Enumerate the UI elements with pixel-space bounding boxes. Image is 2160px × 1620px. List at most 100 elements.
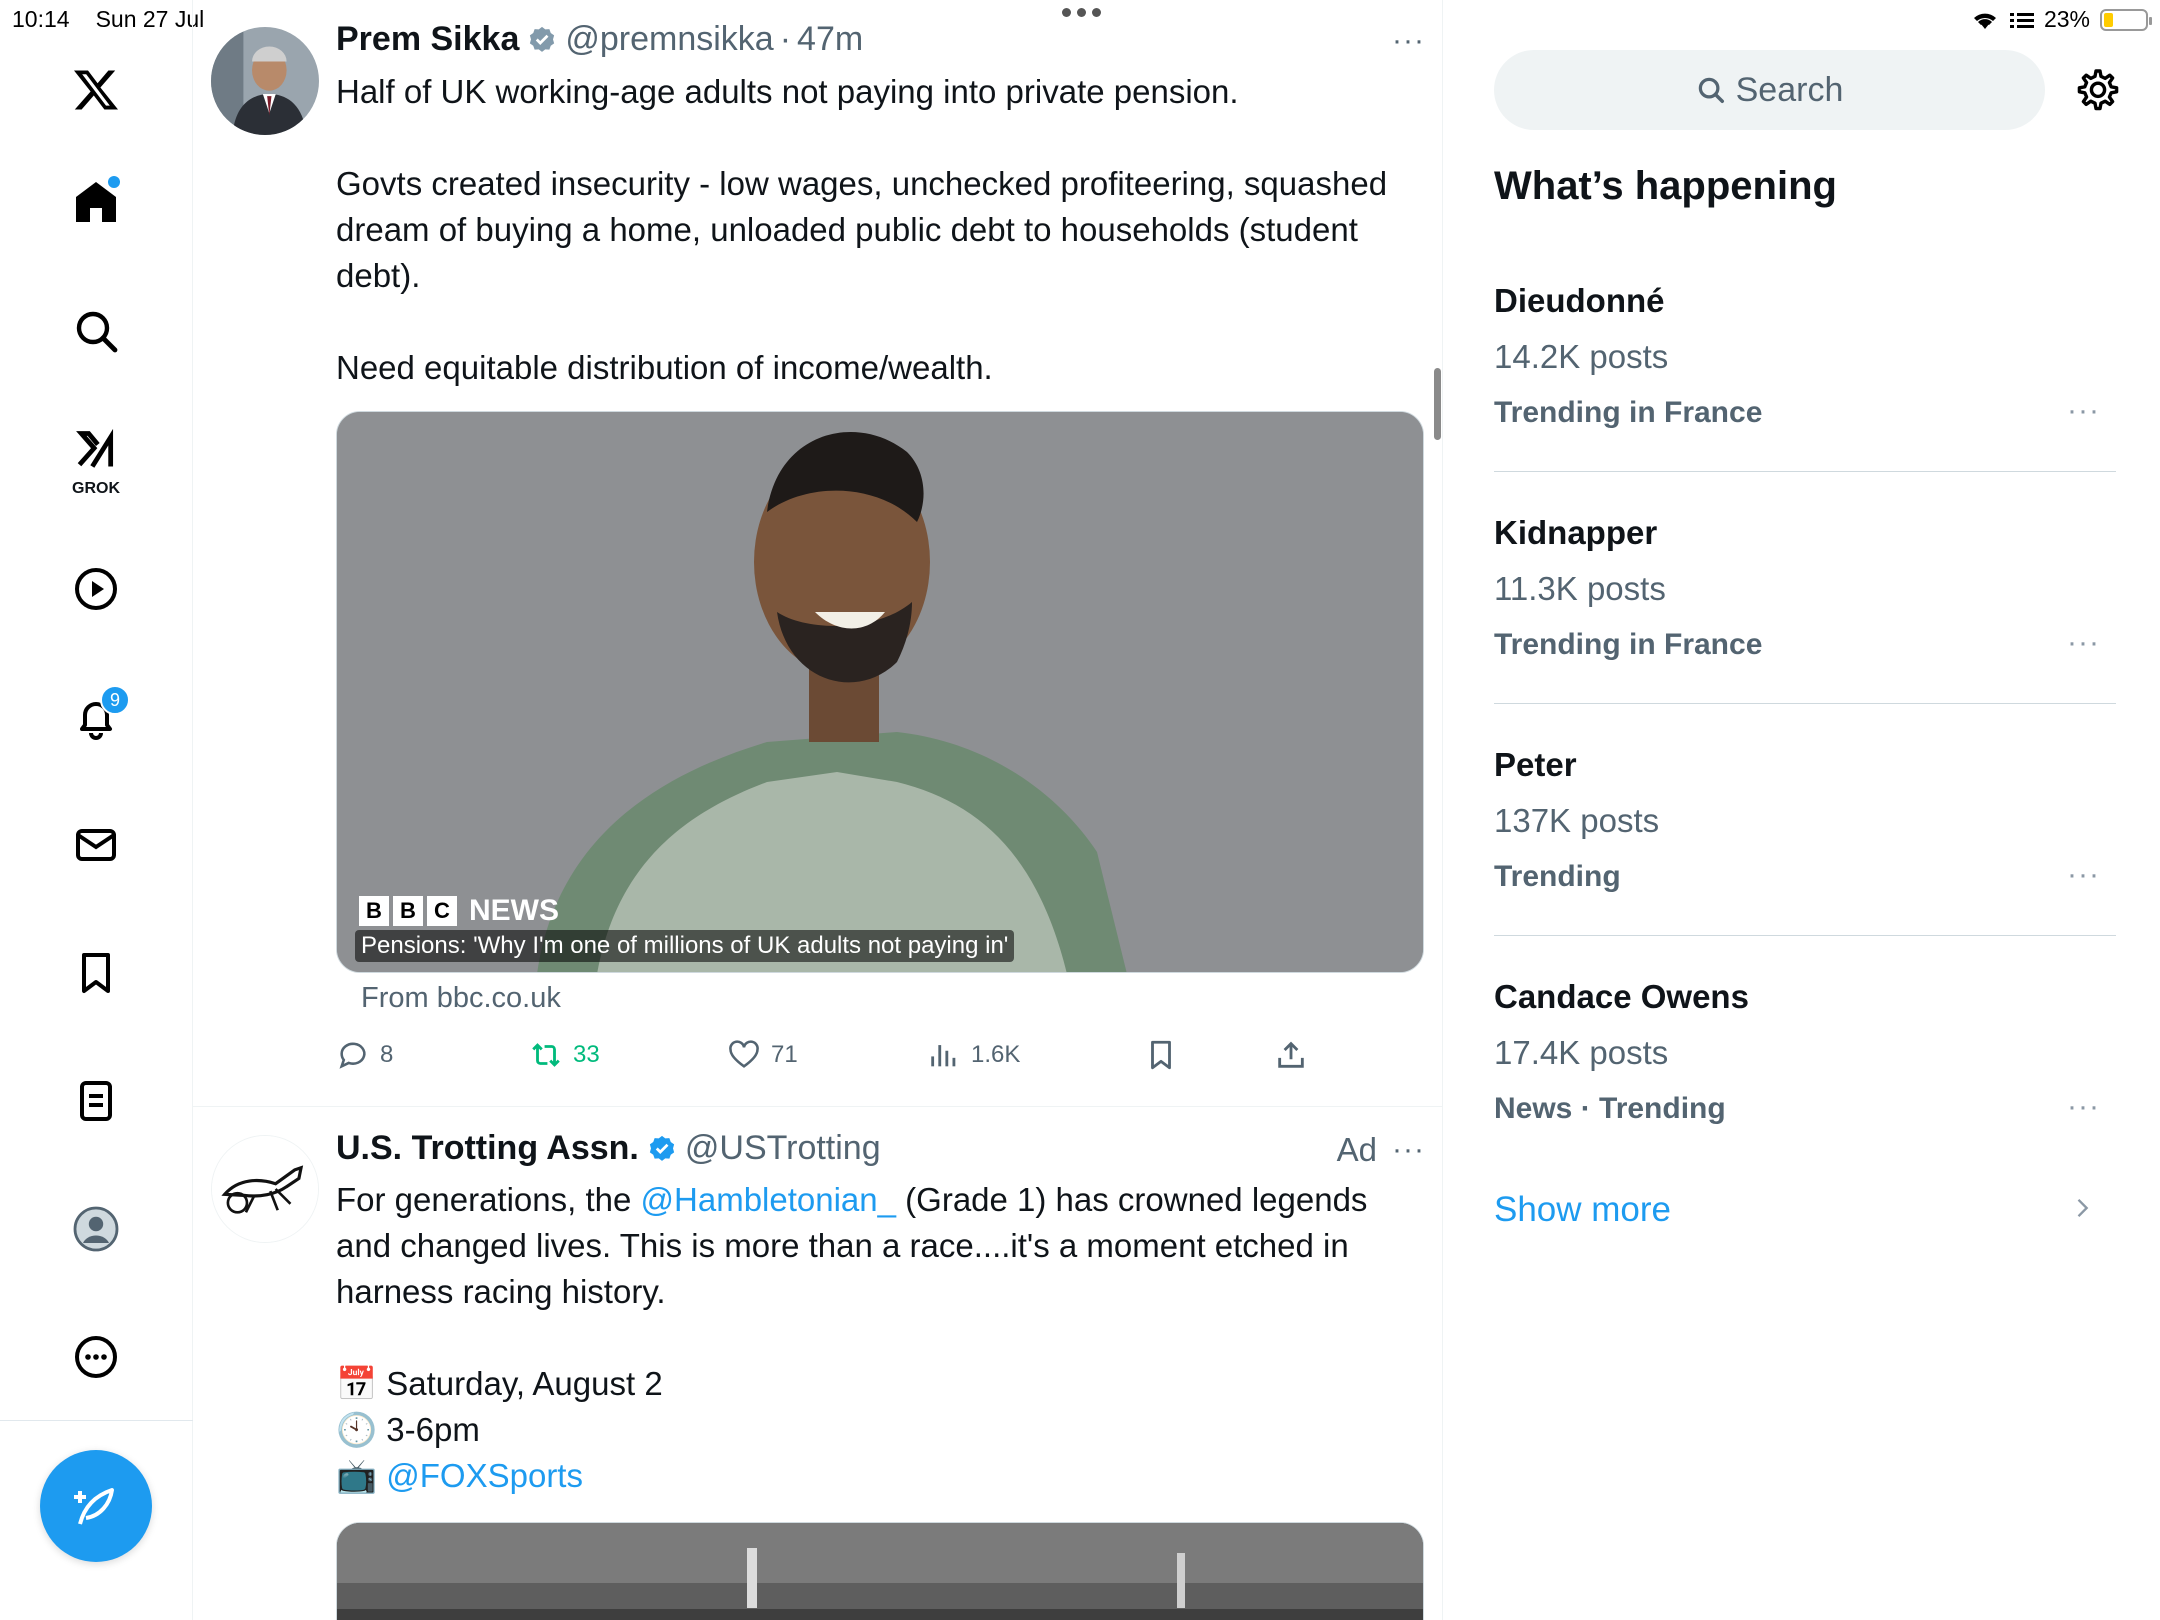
trend-name: Peter bbox=[1494, 746, 1577, 783]
show-more-link[interactable]: Show more bbox=[1494, 1190, 2116, 1230]
views-button[interactable]: 1.6K bbox=[927, 1038, 1020, 1072]
compose-post-button[interactable] bbox=[40, 1450, 152, 1562]
trend-divider bbox=[1494, 935, 2116, 936]
tweet-line: Govts created insecurity - low wages, un… bbox=[336, 165, 1388, 294]
timeline: Prem Sikka @premnsikka · 47m ··· Half of… bbox=[193, 0, 1443, 1620]
right-sidebar: Search What’s happening Dieudonné 14.2K … bbox=[1444, 0, 2160, 1620]
share-icon bbox=[1278, 1041, 1304, 1068]
author-avatar[interactable] bbox=[211, 27, 319, 135]
trend-name: Kidnapper bbox=[1494, 514, 1658, 551]
verified-badge-icon bbox=[647, 1134, 677, 1164]
x-logo-icon[interactable] bbox=[60, 54, 132, 126]
grok-label: GROK bbox=[72, 480, 120, 497]
author-name[interactable]: Prem Sikka bbox=[336, 20, 519, 59]
tweet-text: For generations, the @Hambletonian_ (Gra… bbox=[336, 1177, 1426, 1499]
trend-item[interactable]: Kidnapper 11.3K posts Trending in France… bbox=[1494, 514, 2116, 746]
trend-divider bbox=[1494, 703, 2116, 704]
views-chart-icon bbox=[931, 1045, 956, 1067]
trend-more-button[interactable]: ··· bbox=[2067, 394, 2100, 428]
unread-dot bbox=[108, 176, 120, 188]
tweet-more-button[interactable]: ··· bbox=[1392, 1133, 1425, 1167]
bbc-news-logo: B B C NEWS bbox=[359, 894, 559, 928]
search-bar[interactable]: Search bbox=[1494, 50, 2045, 130]
reply-button[interactable]: 8 bbox=[336, 1038, 393, 1072]
retweet-icon bbox=[532, 1043, 560, 1067]
author-handle[interactable]: @premnsikka bbox=[565, 20, 773, 59]
retweet-button[interactable]: 33 bbox=[529, 1038, 600, 1072]
tweet-more-button[interactable]: ··· bbox=[1392, 24, 1425, 58]
left-nav: GROK 9 bbox=[0, 0, 193, 1620]
notifications-icon[interactable]: 9 bbox=[60, 681, 132, 753]
verified-badge-icon bbox=[527, 25, 557, 55]
event-time-line: 🕙 3-6pm bbox=[336, 1411, 480, 1448]
channel-mention-link[interactable]: @FOXSports bbox=[386, 1457, 583, 1494]
tweet-body: For generations, the @Hambletonian_ (Gra… bbox=[336, 1181, 1368, 1310]
like-count: 71 bbox=[771, 1041, 798, 1068]
reply-count: 8 bbox=[380, 1041, 394, 1068]
search-nav-icon[interactable] bbox=[60, 295, 132, 367]
search-icon bbox=[1698, 77, 1724, 103]
bookmark-button[interactable] bbox=[1144, 1038, 1178, 1072]
trend-name: Candace Owens bbox=[1494, 978, 1749, 1015]
trend-context: Trending in France bbox=[1494, 628, 1763, 661]
ad-label: Ad bbox=[1336, 1131, 1377, 1168]
tweet-text: Half of UK working-age adults not paying… bbox=[336, 69, 1426, 391]
reply-icon bbox=[339, 1042, 366, 1069]
whats-happening-title: What’s happening bbox=[1494, 164, 1837, 208]
tweet-line: Need equitable distribution of income/we… bbox=[336, 349, 993, 386]
link-preview-card[interactable]: B B C NEWS Pensions: 'Why I'm one of mil… bbox=[336, 411, 1424, 973]
bookmark-icon bbox=[1151, 1040, 1171, 1070]
scrollbar-thumb[interactable] bbox=[1434, 368, 1441, 440]
promoted-video-frame bbox=[337, 1523, 1423, 1620]
retweet-count: 33 bbox=[573, 1041, 600, 1068]
trend-item[interactable]: Dieudonné 14.2K posts Trending in France… bbox=[1494, 282, 2116, 514]
home-icon[interactable] bbox=[60, 166, 132, 238]
header-separator: · bbox=[779, 20, 792, 58]
tweet-line bbox=[336, 115, 1426, 161]
clock-emoji-icon: 🕙 bbox=[336, 1411, 378, 1448]
tweet-header: Prem Sikka @premnsikka · 47m bbox=[336, 20, 863, 59]
videos-icon[interactable] bbox=[60, 553, 132, 625]
like-button[interactable]: 71 bbox=[727, 1038, 798, 1072]
search-placeholder: Search bbox=[1735, 70, 1844, 109]
chevron-right-icon bbox=[2077, 1199, 2089, 1217]
trend-item[interactable]: Candace Owens 17.4K posts News · Trendin… bbox=[1494, 978, 2116, 1210]
trend-divider bbox=[1494, 471, 2116, 472]
trend-more-button[interactable]: ··· bbox=[2067, 626, 2100, 660]
event-channel-line: 📺 @FOXSports bbox=[336, 1453, 1426, 1499]
calendar-emoji-icon: 📅 bbox=[336, 1365, 378, 1402]
settings-gear-icon[interactable] bbox=[2074, 66, 2122, 114]
bookmarks-icon[interactable] bbox=[60, 937, 132, 1009]
trend-post-count: 17.4K posts bbox=[1494, 1034, 1669, 1071]
trend-name: Dieudonné bbox=[1494, 282, 1665, 319]
advertiser-avatar[interactable] bbox=[211, 1135, 319, 1243]
promoted-media[interactable] bbox=[336, 1522, 1424, 1620]
tweet-actions: 8 33 71 1.6K bbox=[336, 1038, 1336, 1078]
advertiser-name[interactable]: U.S. Trotting Assn. bbox=[336, 1129, 639, 1168]
tweet[interactable]: Prem Sikka @premnsikka · 47m ··· Half of… bbox=[193, 0, 1442, 1106]
tv-emoji-icon: 📺 bbox=[336, 1457, 378, 1494]
tweet-header: U.S. Trotting Assn. @USTrotting bbox=[336, 1129, 881, 1168]
lists-icon[interactable] bbox=[60, 1065, 132, 1137]
trend-more-button[interactable]: ··· bbox=[2067, 858, 2100, 892]
trend-context: Trending bbox=[1494, 860, 1621, 893]
trend-more-button[interactable]: ··· bbox=[2067, 1090, 2100, 1124]
trend-post-count: 11.3K posts bbox=[1494, 570, 1666, 607]
event-date-line: 📅 Saturday, August 2 bbox=[336, 1365, 663, 1402]
share-button[interactable] bbox=[1274, 1038, 1308, 1072]
advertiser-handle[interactable]: @USTrotting bbox=[685, 1129, 881, 1168]
mention-link[interactable]: @Hambletonian_ bbox=[641, 1181, 896, 1218]
more-options-icon[interactable] bbox=[60, 1321, 132, 1393]
trend-item[interactable]: Peter 137K posts Trending ··· bbox=[1494, 746, 2116, 978]
card-caption: Pensions: 'Why I'm one of millions of UK… bbox=[355, 930, 1015, 962]
profile-avatar-icon[interactable] bbox=[60, 1193, 132, 1265]
trend-post-count: 137K posts bbox=[1494, 802, 1660, 839]
card-source[interactable]: From bbc.co.uk bbox=[361, 982, 561, 1015]
tweet-timestamp[interactable]: 47m bbox=[797, 20, 863, 59]
view-count: 1.6K bbox=[971, 1041, 1021, 1068]
heart-icon bbox=[729, 1040, 759, 1068]
trend-context: News · Trending bbox=[1494, 1092, 1726, 1125]
messages-icon[interactable] bbox=[60, 809, 132, 881]
grok-icon[interactable]: GROK bbox=[60, 418, 132, 500]
